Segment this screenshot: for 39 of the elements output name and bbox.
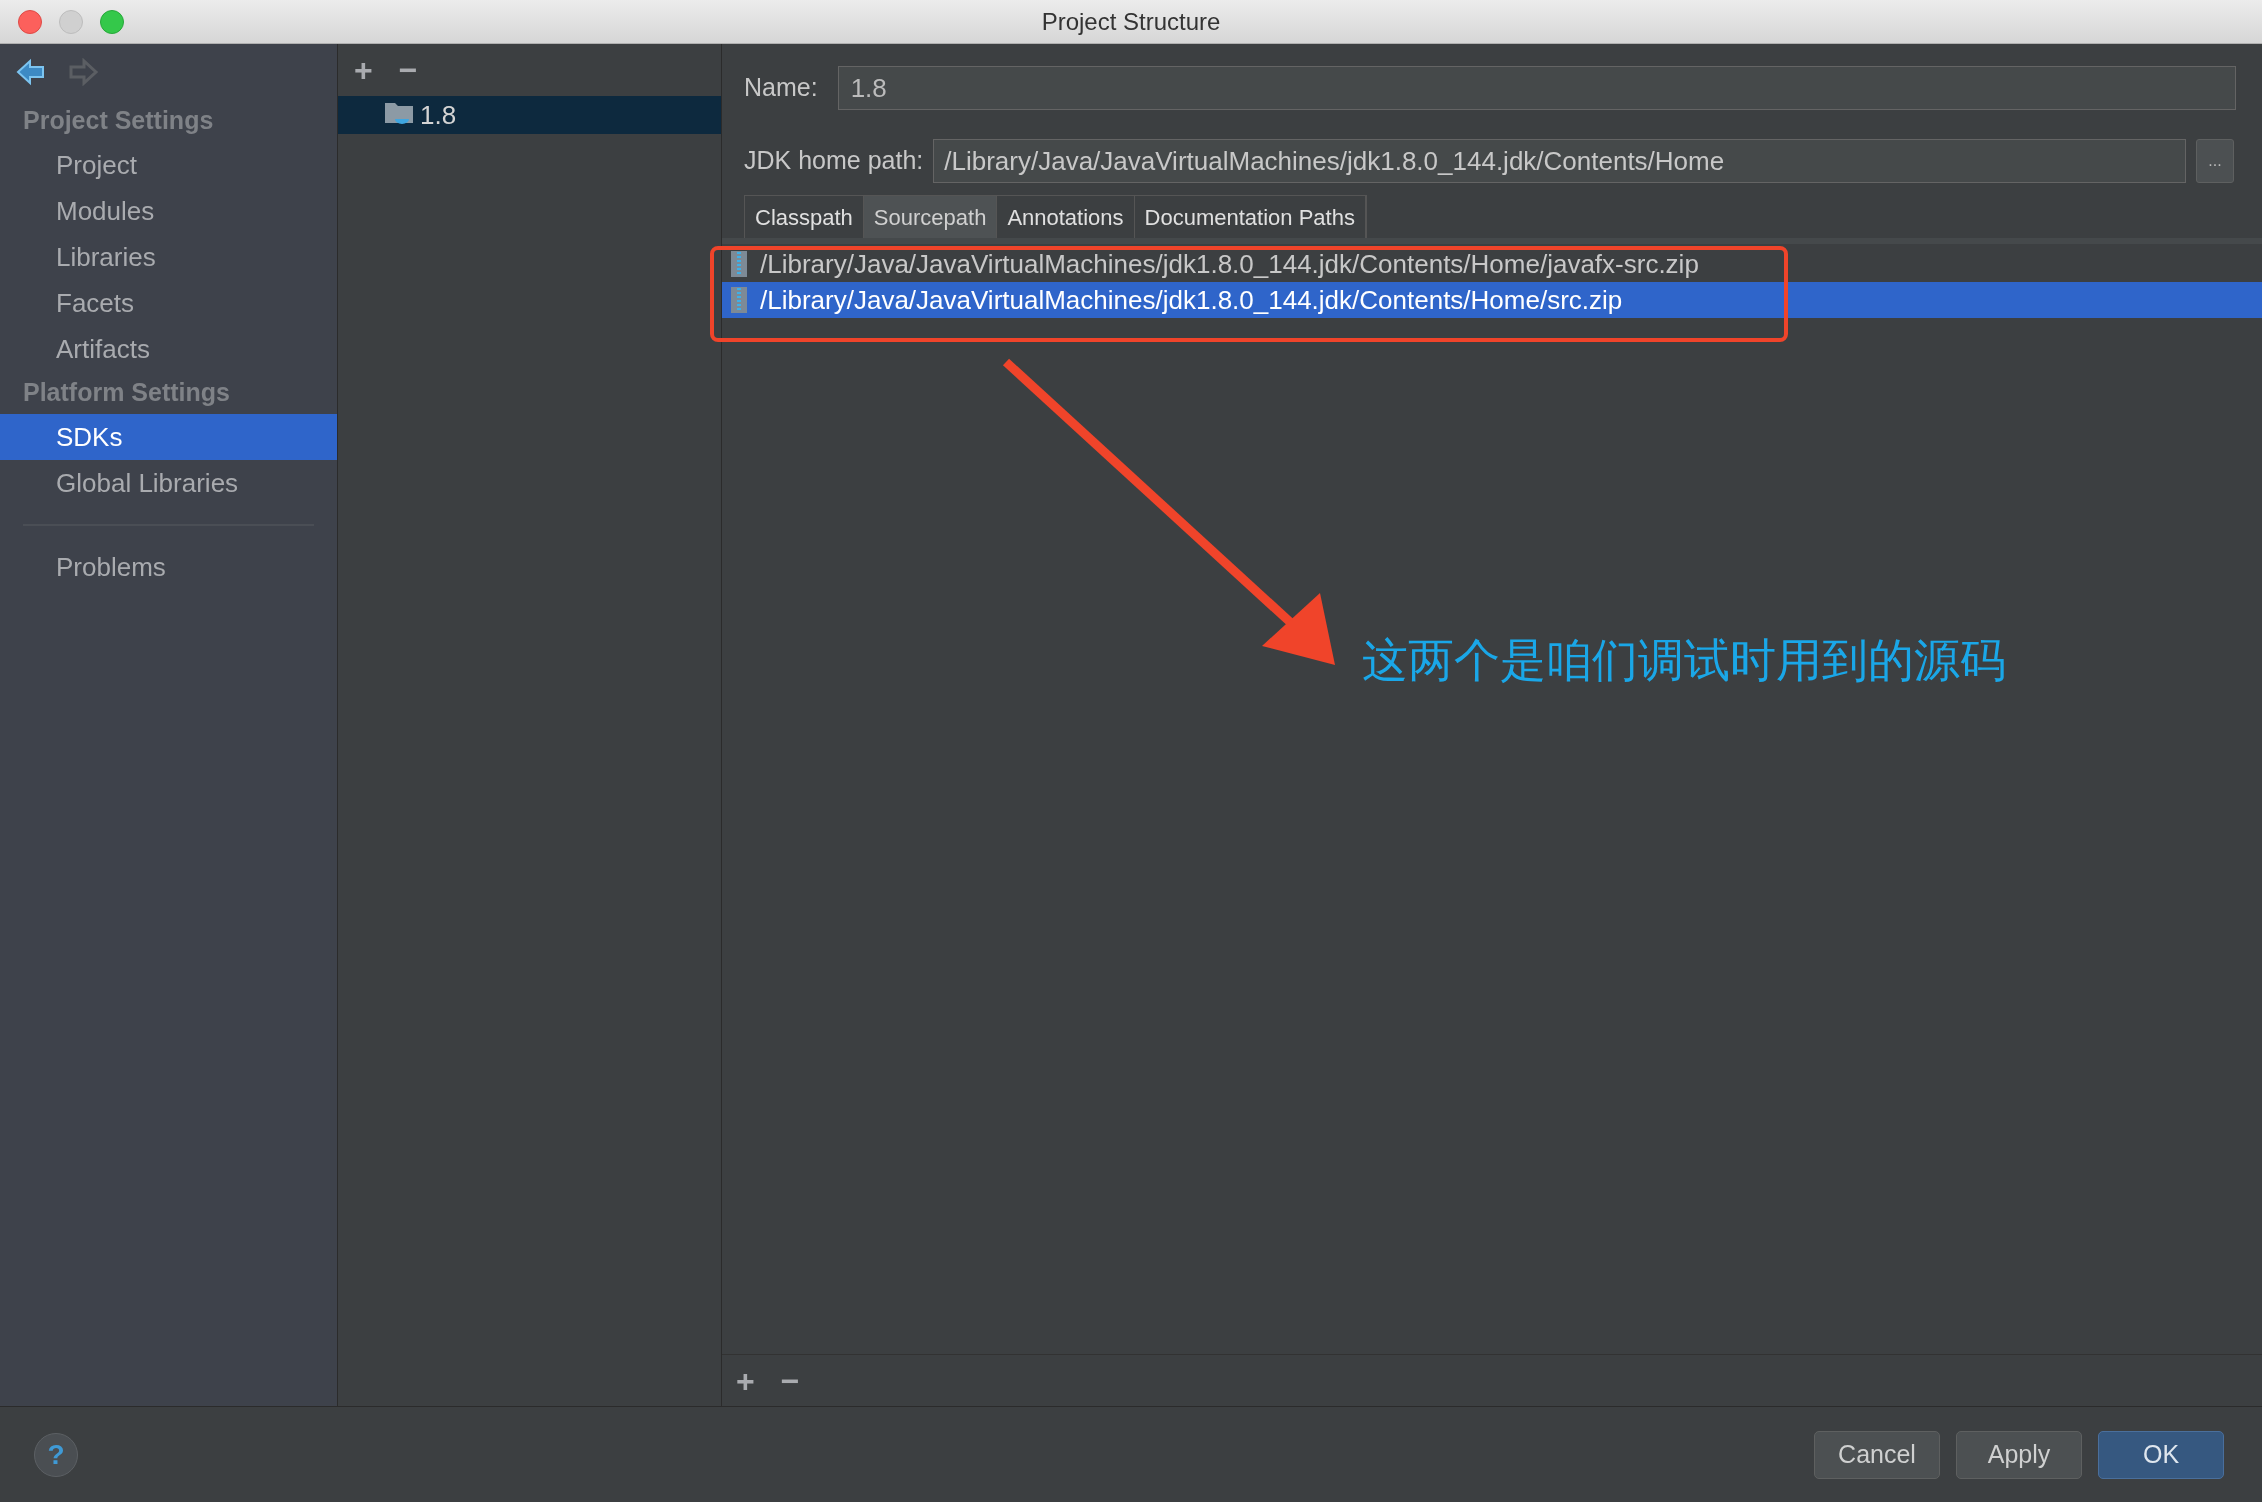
window-title: Project Structure (1041, 6, 1221, 37)
annotation-text: 这两个是咱们调试时用到的源码 (1362, 633, 2006, 688)
sidebar-item[interactable]: Facets (0, 280, 337, 326)
name-field[interactable]: 1.8 (837, 66, 2236, 110)
source-path-row[interactable]: /Library/Java/JavaVirtualMachines/jdk1.8.0_144.jdk/Contents/Home/javafx-src.zip (722, 246, 2262, 282)
forward-arrow-icon[interactable] (68, 58, 98, 86)
remove-button[interactable]: − (398, 54, 418, 86)
tab[interactable]: Sourcepath (863, 196, 998, 238)
ok-button[interactable]: OK (2098, 1430, 2224, 1479)
sidebar-item[interactable]: Artifacts (0, 326, 337, 372)
tab[interactable]: Classpath (745, 196, 864, 238)
sidebar-item[interactable]: Project (0, 142, 337, 188)
sidebar-item[interactable]: SDKs (0, 414, 337, 460)
section-header: Platform Settings (22, 377, 231, 409)
sdk-list-item[interactable]: 1.8 (338, 96, 721, 134)
sidebar-item[interactable]: Problems (0, 544, 337, 590)
minimize-button[interactable] (59, 10, 83, 34)
name-label: Name: (744, 72, 818, 104)
tab[interactable]: Documentation Paths (1134, 196, 1366, 238)
source-path-row[interactable]: /Library/Java/JavaVirtualMachines/jdk1.8.0_144.jdk/Contents/Home/src.zip (722, 282, 2262, 318)
sidebar-item[interactable]: Global Libraries (0, 460, 337, 506)
zoom-button[interactable] (100, 10, 124, 34)
dialog-button[interactable]: Apply (1956, 1430, 2082, 1479)
close-button[interactable] (18, 10, 42, 34)
tab[interactable]: Annotations (997, 196, 1135, 238)
sidebar-item[interactable]: Modules (0, 188, 337, 234)
remove-button[interactable]: − (780, 1364, 800, 1397)
jdk-home-path-label: JDK home path: (744, 145, 924, 177)
back-arrow-icon[interactable] (16, 58, 46, 86)
add-button[interactable]: + (354, 54, 373, 86)
browse-button[interactable]: ... (2196, 139, 2234, 183)
archive-icon (730, 250, 748, 278)
jdk-home-path-field[interactable]: /Library/Java/JavaVirtualMachines/jdk1.8.0_144.jdk/Contents/Home (933, 139, 2186, 183)
sidebar-item[interactable]: Libraries (0, 234, 337, 280)
section-header: Project Settings (22, 105, 215, 137)
add-button[interactable]: + (736, 1364, 755, 1397)
help-button[interactable]: ? (34, 1432, 78, 1477)
archive-icon (730, 286, 748, 314)
dialog-button[interactable]: Cancel (1814, 1430, 1940, 1479)
